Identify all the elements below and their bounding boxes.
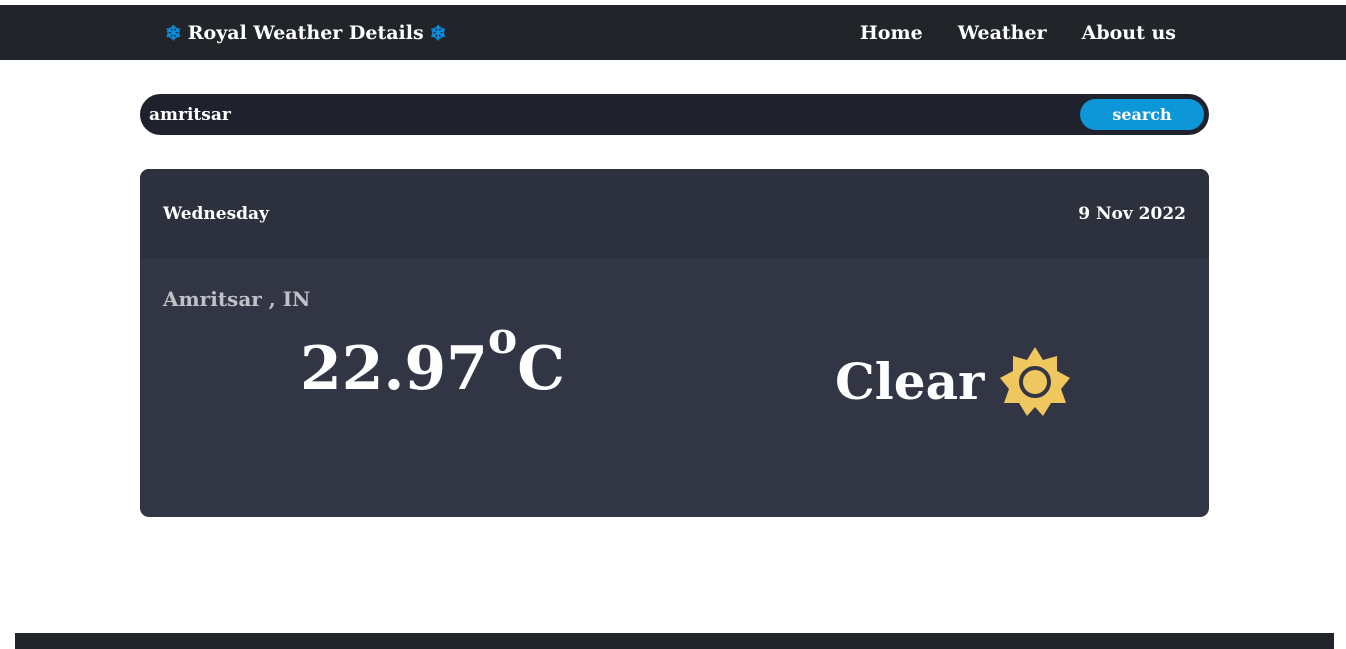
- brand-title: Royal Weather Details: [187, 21, 424, 44]
- nav-link-home[interactable]: Home: [860, 22, 923, 44]
- sun-icon: [1000, 347, 1071, 416]
- location-label: Amritsar , IN: [163, 287, 311, 311]
- nav-links: Home Weather About us: [860, 5, 1176, 60]
- search-input[interactable]: [140, 94, 1080, 135]
- brand[interactable]: ❄ Royal Weather Details ❄: [165, 5, 446, 60]
- temperature: 22.97 o C: [300, 317, 566, 404]
- card-header: Wednesday 9 Nov 2022: [140, 169, 1209, 259]
- condition: Clear: [835, 345, 1072, 419]
- temperature-unit: C: [517, 334, 566, 404]
- date-label: 9 Nov 2022: [1078, 204, 1186, 224]
- nav-link-weather[interactable]: Weather: [958, 22, 1047, 44]
- search-button[interactable]: search: [1080, 99, 1204, 130]
- snowflake-icon: ❄: [165, 20, 182, 45]
- day-label: Wednesday: [163, 204, 269, 224]
- navbar: ❄ Royal Weather Details ❄ Home Weather A…: [0, 5, 1346, 60]
- snowflake-icon: ❄: [429, 20, 447, 45]
- footer: [15, 633, 1334, 649]
- condition-label: Clear: [835, 352, 985, 411]
- temperature-value: 22.97: [300, 334, 488, 404]
- nav-link-about-us[interactable]: About us: [1082, 22, 1176, 44]
- search-bar: search: [140, 94, 1209, 135]
- weather-card: Wednesday 9 Nov 2022 Amritsar , IN 22.97…: [140, 169, 1209, 517]
- degree-symbol: o: [487, 313, 518, 364]
